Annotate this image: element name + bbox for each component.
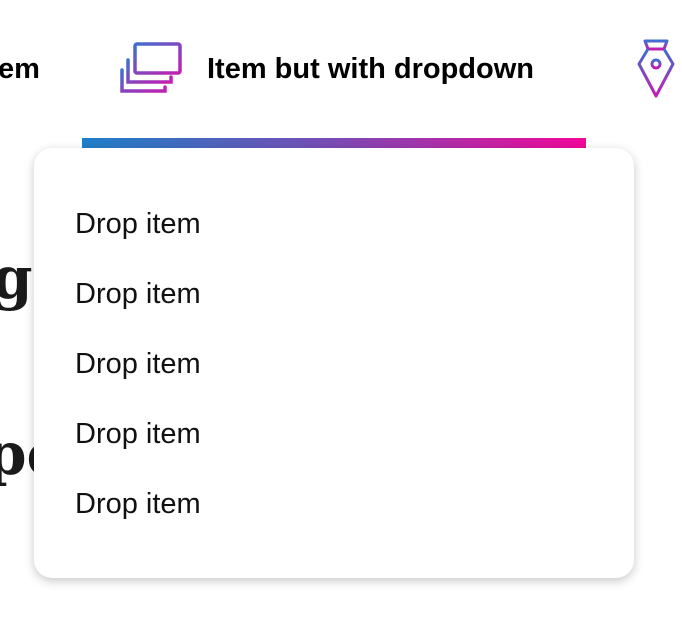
stacked-windows-icon: [120, 42, 182, 93]
dropdown-item[interactable]: Drop item: [75, 486, 201, 522]
dropdown-item[interactable]: Drop item: [75, 346, 201, 382]
dropdown-item[interactable]: Drop item: [75, 206, 201, 242]
nav-item-partial[interactable]: em: [0, 50, 40, 88]
dropdown-menu: Drop item Drop item Drop item Drop item …: [34, 148, 634, 578]
dropdown-item[interactable]: Drop item: [75, 276, 201, 312]
active-indicator-bar: [82, 138, 586, 148]
pen-nib-icon[interactable]: [634, 38, 678, 100]
nav-item-label: Item but with dropdown: [207, 53, 535, 85]
dropdown-item[interactable]: Drop item: [75, 416, 201, 452]
